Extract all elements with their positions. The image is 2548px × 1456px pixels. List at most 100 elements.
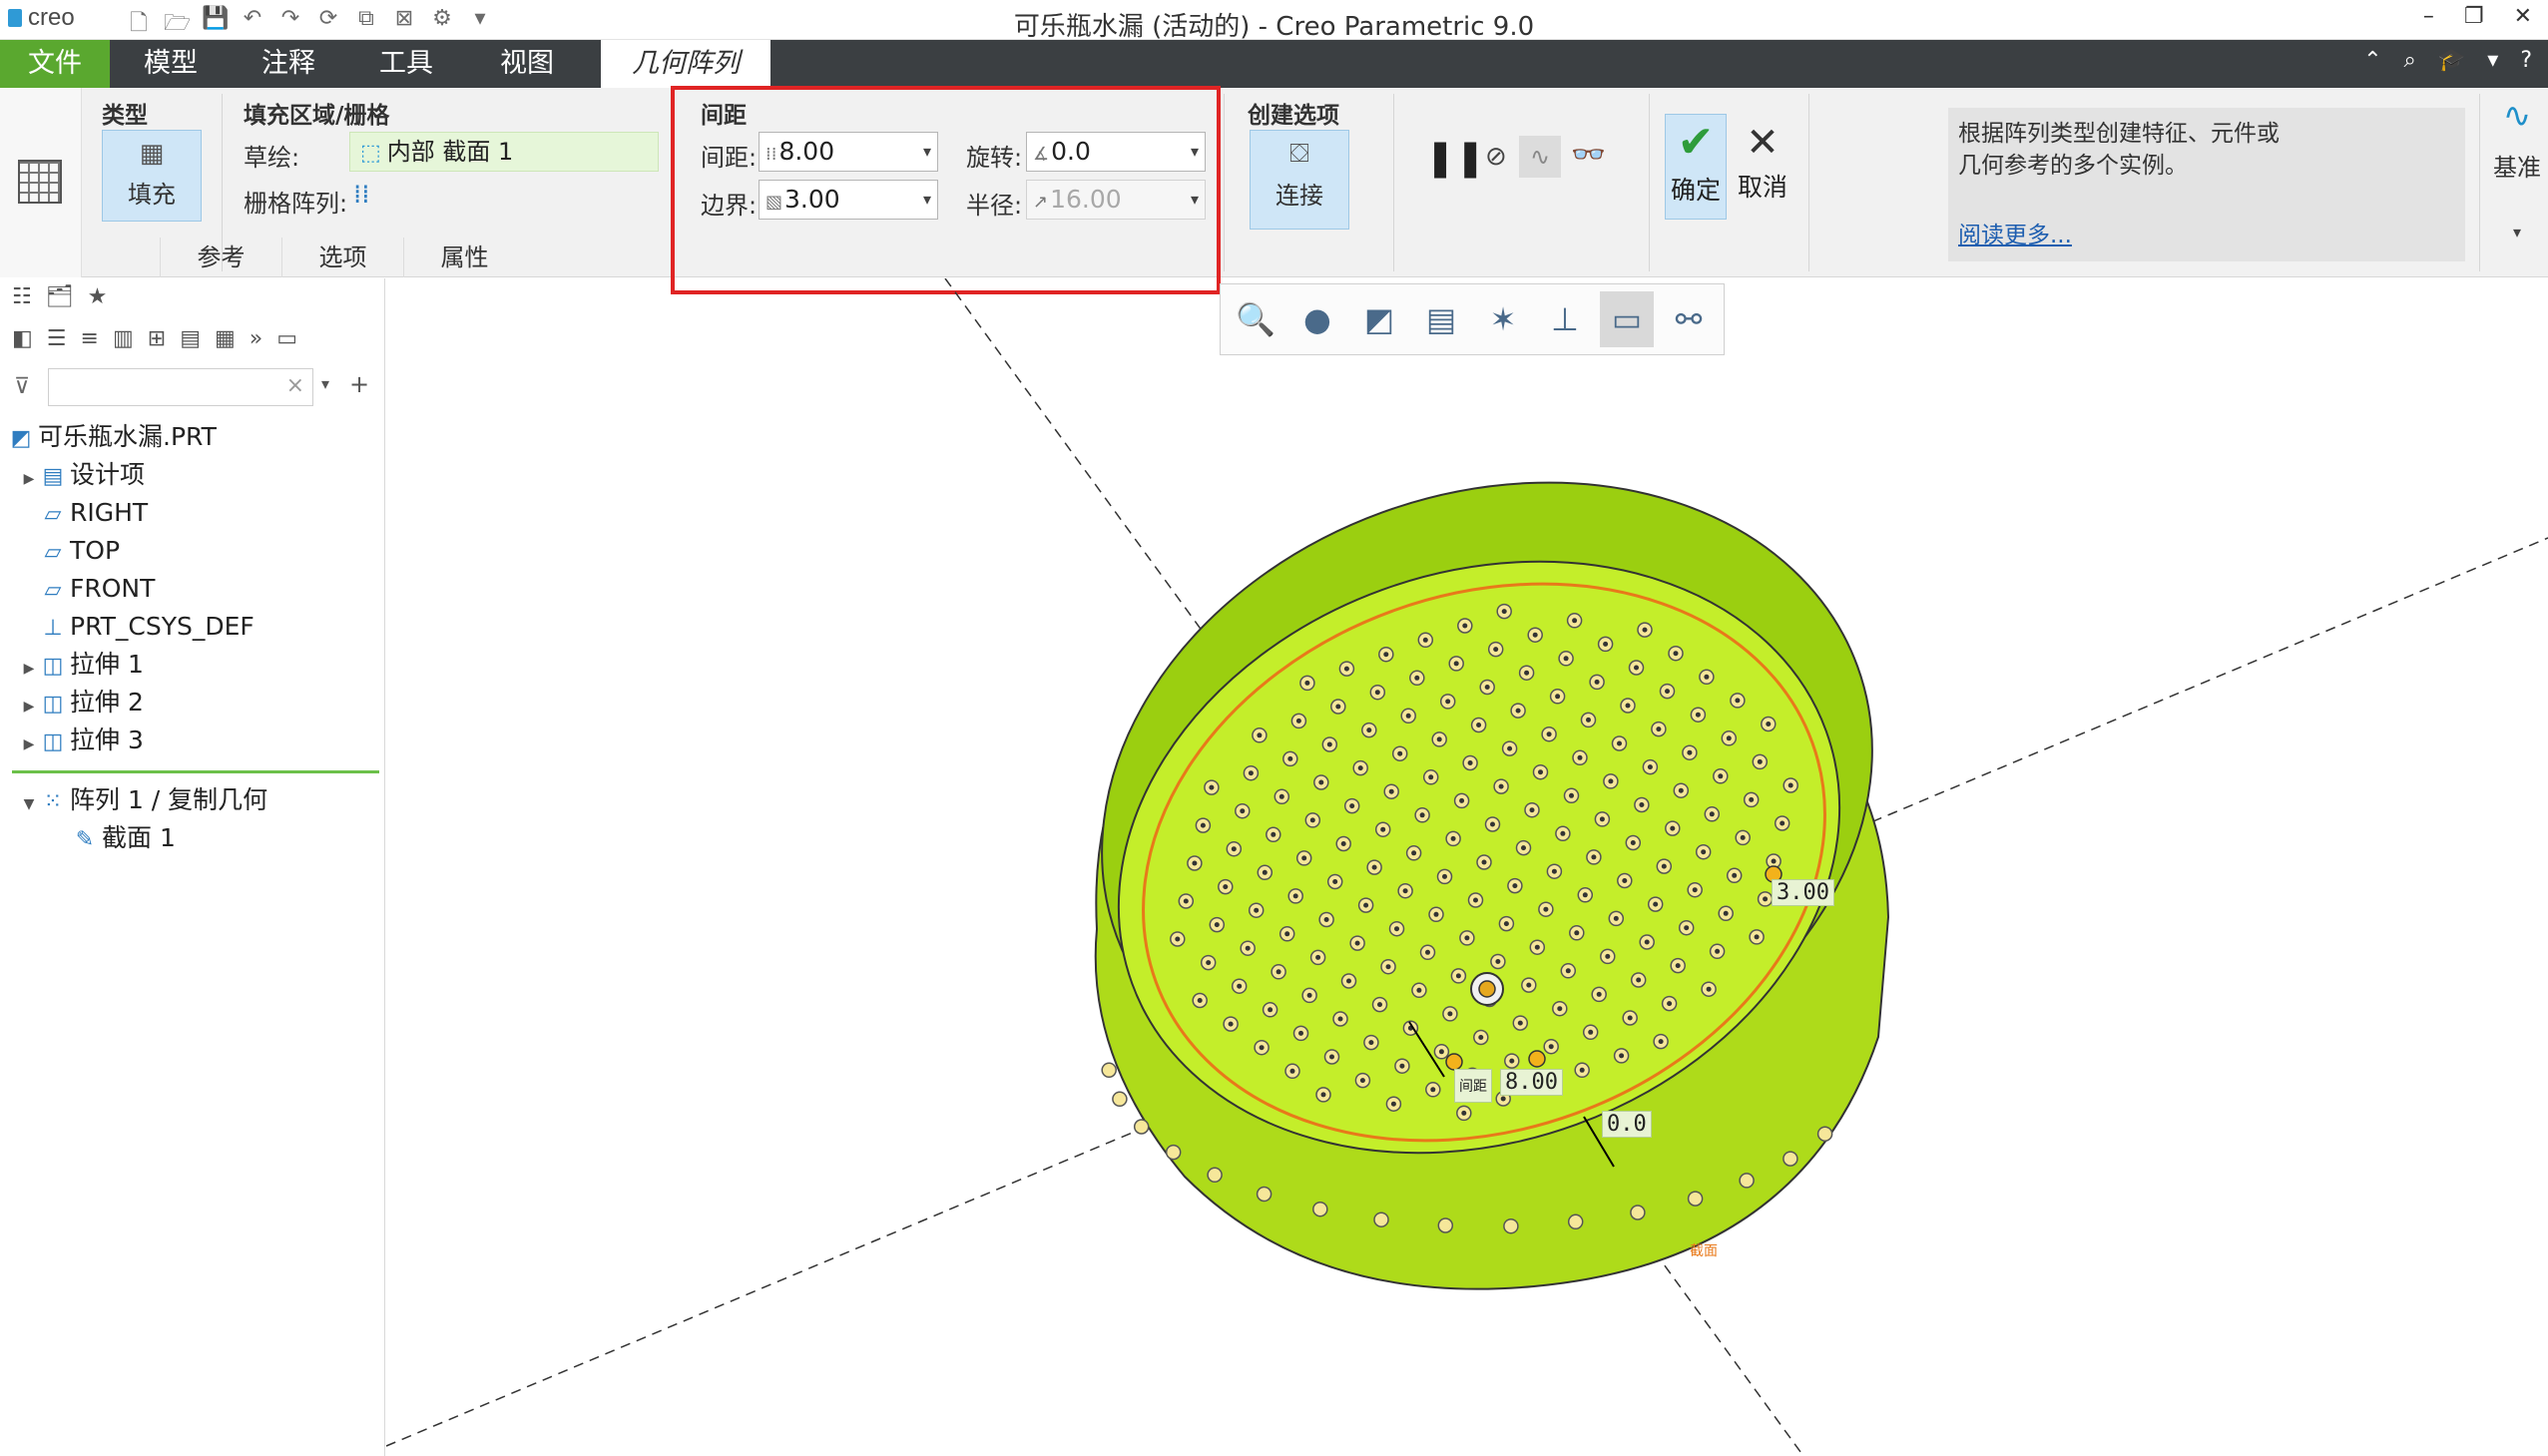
pattern-hole-center	[1223, 884, 1229, 890]
pattern-hole-center	[1309, 817, 1315, 823]
pattern-hole-center	[1214, 922, 1220, 928]
tree-collapse-icon[interactable]: ≡	[81, 326, 99, 351]
tree-columns-icon[interactable]: ▥	[113, 326, 134, 351]
model-tree-tab-icon[interactable]: ☷	[12, 284, 32, 309]
tree-expand-icon[interactable]: ☰	[47, 326, 67, 351]
tree-layers-icon[interactable]: ▦	[215, 326, 236, 351]
tab-view[interactable]: 视图	[471, 40, 583, 88]
pattern-hole-center	[1425, 949, 1430, 955]
tree-item-design-items[interactable]: ▶ ▤ 设计项	[18, 456, 145, 494]
tree-item-extrude-3[interactable]: ▶ ◫ 拉伸 3	[18, 722, 144, 759]
pattern-hole-center	[1565, 968, 1571, 974]
pattern-hole-center	[1231, 846, 1237, 852]
search-icon[interactable]: ⌕	[2404, 48, 2416, 73]
pattern-hole-center	[1428, 774, 1434, 780]
datum-group[interactable]: ∿ 基准 ▾	[2489, 96, 2545, 242]
tree-item-extrude-1[interactable]: ▶ ◫ 拉伸 1	[18, 646, 144, 684]
tab-annotate[interactable]: 注释	[236, 40, 341, 88]
expand-arrow-icon[interactable]: ▶	[18, 460, 40, 498]
learning-icon[interactable]: 🎓	[2438, 48, 2465, 73]
tab-references[interactable]: 参考	[160, 238, 281, 277]
expand-arrow-icon[interactable]: ▶	[18, 650, 40, 688]
attached-preview-icon[interactable]: ∿	[1519, 136, 1561, 178]
connect-button[interactable]: ⛋ 连接	[1250, 130, 1349, 230]
part-icon[interactable]: ◧	[12, 326, 33, 351]
grid-pattern-icon[interactable]: ⁞⁞	[353, 180, 370, 210]
graphics-viewport[interactable]: 3.00 间距 8.00 0.0 截面	[386, 278, 2548, 1456]
pattern-hole-center	[1673, 651, 1679, 657]
read-more-link[interactable]: 阅读更多...	[1958, 220, 2072, 251]
collapse-ribbon-icon[interactable]: ⌃	[2363, 48, 2381, 73]
pause-icon[interactable]: ❚❚	[1425, 138, 1485, 179]
pattern-hole-center	[1278, 793, 1284, 799]
favorites-tab-icon[interactable]: ★	[88, 284, 108, 309]
tree-settings-icon[interactable]: ▤	[180, 326, 201, 351]
chevron-down-icon[interactable]: ▾	[2489, 223, 2545, 242]
more-icon[interactable]: »	[250, 326, 262, 351]
tab-file[interactable]: 文件	[0, 40, 110, 88]
restore-icon[interactable]: ❐	[2464, 4, 2484, 29]
pattern-hole-center	[1237, 983, 1243, 989]
tab-properties[interactable]: 属性	[403, 238, 525, 277]
tab-model[interactable]: 模型	[118, 40, 224, 88]
pattern-hole-center	[1366, 728, 1372, 733]
clear-search-icon[interactable]: ×	[286, 373, 304, 398]
cancel-button[interactable]: ✕ 取消	[1733, 118, 1792, 204]
pattern-hole-center	[1200, 822, 1206, 828]
pattern-hole-center	[1754, 934, 1760, 940]
rotation-dimension-tag[interactable]: 0.0	[1602, 1111, 1652, 1138]
pattern-hole-center	[1596, 991, 1602, 997]
pattern-hole-center	[1399, 1063, 1405, 1069]
chevron-down-icon[interactable]: ▾	[321, 374, 329, 393]
pattern-hole-center	[1271, 831, 1276, 837]
pattern-hole-center	[1206, 960, 1212, 966]
wall-hole	[1133, 1119, 1150, 1135]
fill-type-button[interactable]: ▦ 填充	[102, 130, 202, 222]
pattern-hole-center	[1630, 840, 1636, 845]
border-dimension-tag[interactable]: 3.00	[1772, 879, 1834, 906]
add-icon[interactable]: +	[349, 370, 369, 398]
tree-item-front[interactable]: ▱ FRONT	[18, 570, 156, 608]
pattern-icon: ⁙	[43, 789, 63, 814]
spacing-dimension-tag[interactable]: 8.00	[1500, 1069, 1563, 1096]
tree-search-input[interactable]: ×	[48, 368, 313, 406]
tab-tools[interactable]: 工具	[353, 40, 459, 88]
tree-item-section[interactable]: ✎ 截面 1	[72, 819, 176, 857]
minimize-icon[interactable]: –	[2423, 4, 2434, 29]
tree-root[interactable]: ◩ 可乐瓶水漏.PRT	[8, 418, 217, 456]
tree-item-right[interactable]: ▱ RIGHT	[18, 494, 149, 532]
expand-arrow-icon[interactable]: ▶	[18, 726, 40, 763]
tab-geometry-pattern[interactable]: 几何阵列	[601, 40, 770, 88]
chevron-down-icon[interactable]: ▾	[2487, 48, 2498, 73]
drag-handle	[1528, 1050, 1546, 1068]
expand-arrow-icon[interactable]: ▶	[18, 688, 40, 726]
tree-item-csys[interactable]: ⊥ PRT_CSYS_DEF	[18, 608, 254, 646]
collapse-arrow-icon[interactable]: ▼	[18, 785, 40, 823]
tree-item-label: 阵列 1 / 复制几何	[70, 785, 268, 814]
sketch-collector[interactable]: ⬚ 内部 截面 1	[349, 132, 659, 172]
close-icon[interactable]: ✕	[2514, 4, 2532, 29]
pattern-hole-center	[1642, 627, 1648, 633]
pattern-hole-center	[1332, 879, 1338, 884]
tab-options[interactable]: 选项	[281, 238, 403, 277]
pattern-hole-center	[1394, 926, 1399, 932]
menu-bar: 文件 模型 注释 工具 视图 几何阵列 ⌃ ⌕ 🎓 ▾ ?	[0, 40, 2548, 88]
no-preview-icon[interactable]: ⊘	[1485, 142, 1507, 172]
wall-hole	[1567, 1213, 1584, 1230]
verify-glasses-icon[interactable]: 👓	[1571, 138, 1606, 171]
pattern-hole-center	[1377, 1002, 1382, 1008]
tree-notes-icon[interactable]: ▭	[276, 326, 297, 351]
pattern-hole-center	[1419, 812, 1425, 818]
ok-button[interactable]: ✔ 确定	[1665, 114, 1727, 220]
pattern-hole-center	[1718, 773, 1724, 779]
tree-item-extrude-2[interactable]: ▶ ◫ 拉伸 2	[18, 684, 144, 722]
pattern-hole-center	[1543, 906, 1549, 912]
tree-item-top[interactable]: ▱ TOP	[18, 532, 121, 570]
folder-browser-tab-icon[interactable]: 🗂	[46, 284, 74, 309]
pattern-hole-center	[1605, 953, 1611, 959]
csys-icon: ⊥	[43, 616, 63, 641]
tree-filter-icon[interactable]: ⊞	[148, 326, 166, 351]
pattern-hole-center	[1374, 690, 1380, 696]
help-icon[interactable]: ?	[2520, 48, 2532, 73]
tree-item-pattern[interactable]: ▼ ⁙ 阵列 1 / 复制几何	[18, 781, 268, 819]
